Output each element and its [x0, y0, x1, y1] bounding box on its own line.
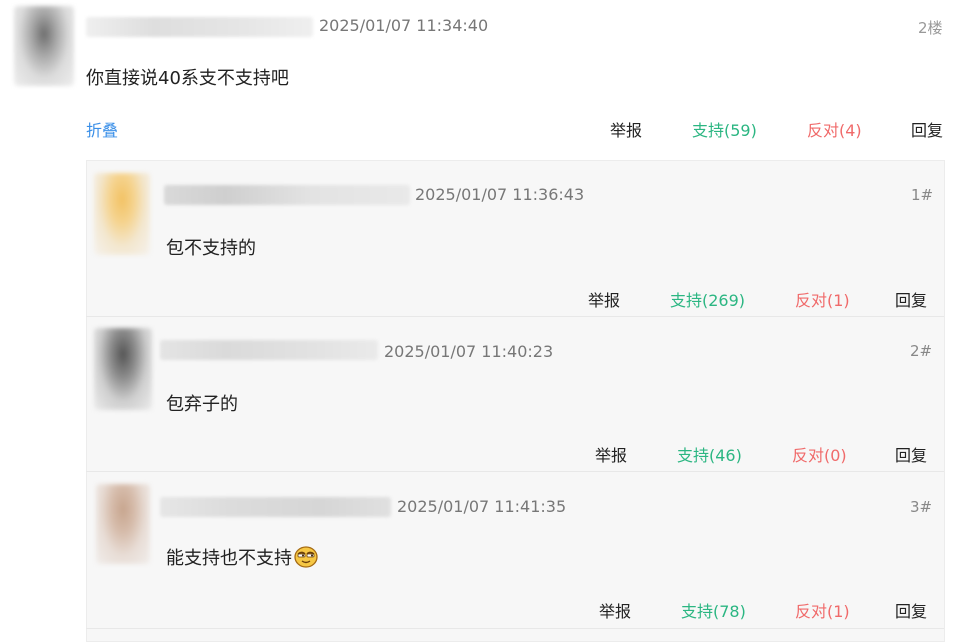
comment-time: 2025/01/07 11:34:40: [319, 16, 489, 35]
username-blurred[interactable]: [160, 497, 391, 517]
support-button[interactable]: 支持(78): [681, 598, 746, 622]
divider: [86, 471, 944, 472]
floor-number: 2#: [910, 342, 933, 360]
reply-time: 2025/01/07 11:41:35: [397, 497, 567, 516]
avatar[interactable]: [94, 328, 152, 410]
report-button[interactable]: 举报: [599, 598, 631, 622]
report-button[interactable]: 举报: [588, 287, 620, 311]
divider: [86, 628, 944, 629]
username-blurred[interactable]: [86, 17, 313, 37]
reply-button[interactable]: 回复: [895, 598, 927, 622]
floor-number: 1#: [911, 186, 934, 204]
oppose-button[interactable]: 反对(1): [795, 287, 850, 311]
avatar[interactable]: [14, 6, 74, 86]
support-button[interactable]: 支持(59): [692, 117, 757, 141]
reply-time: 2025/01/07 11:36:43: [415, 185, 585, 204]
reply-button[interactable]: 回复: [911, 117, 943, 141]
oppose-button[interactable]: 反对(0): [792, 442, 847, 466]
avatar[interactable]: [96, 484, 150, 564]
oppose-button[interactable]: 反对(1): [795, 598, 850, 622]
avatar[interactable]: [94, 173, 150, 255]
oppose-button[interactable]: 反对(4): [807, 117, 862, 141]
comment-content: 你直接说40系支不支持吧: [86, 68, 289, 89]
reply-button[interactable]: 回复: [895, 442, 927, 466]
reply-time: 2025/01/07 11:40:23: [384, 342, 554, 361]
report-button[interactable]: 举报: [610, 117, 642, 141]
reply-button[interactable]: 回复: [895, 287, 927, 311]
reply-text: 能支持也不支持: [166, 548, 292, 569]
divider: [86, 316, 944, 317]
reply-content: 包不支持的: [166, 238, 256, 259]
username-blurred[interactable]: [164, 185, 410, 205]
reply-content: 能支持也不支持: [166, 544, 318, 570]
report-button[interactable]: 举报: [595, 442, 627, 466]
reply-content: 包弃子的: [166, 394, 238, 415]
fold-button[interactable]: 折叠: [86, 117, 118, 141]
sly-smile-emoji-icon: [294, 546, 318, 568]
floor-number: 2楼: [918, 19, 943, 37]
username-blurred[interactable]: [160, 340, 378, 360]
support-button[interactable]: 支持(46): [677, 442, 742, 466]
floor-number: 3#: [910, 498, 933, 516]
support-button[interactable]: 支持(269): [670, 287, 745, 311]
